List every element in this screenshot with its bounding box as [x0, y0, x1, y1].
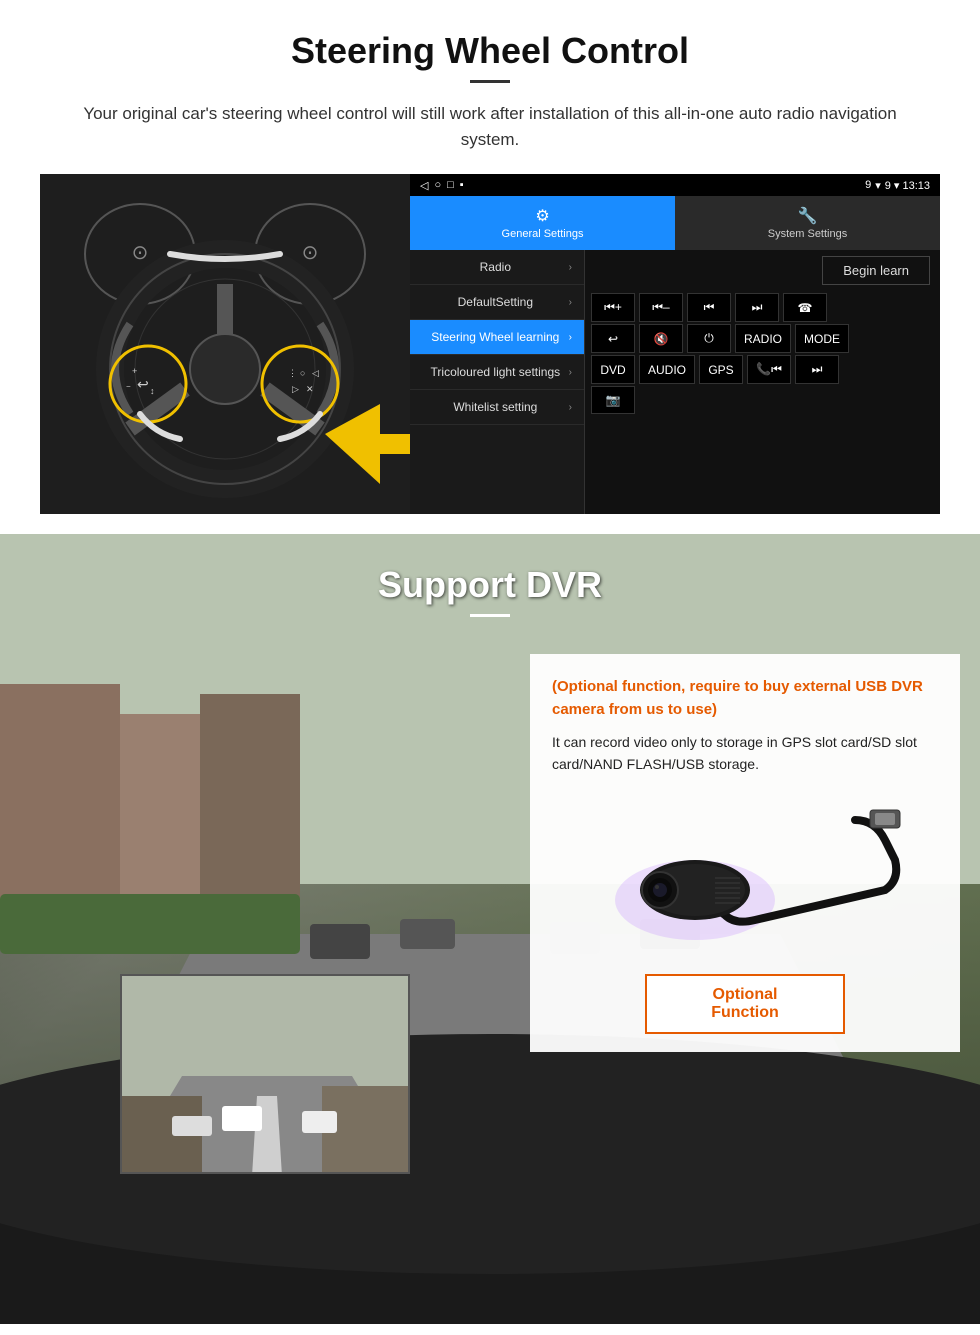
- svg-text:○: ○: [300, 368, 305, 378]
- menu-item-steering-wheel[interactable]: Steering Wheel learning ›: [410, 320, 584, 355]
- dvr-info-card: (Optional function, require to buy exter…: [530, 654, 960, 1052]
- dvr-thumbnail: [120, 974, 410, 1174]
- mute-button[interactable]: 🔇: [639, 324, 683, 353]
- demo-container: ⊙ ⊙ +: [40, 174, 940, 514]
- begin-learn-button[interactable]: Begin learn: [822, 256, 930, 285]
- dvr-thumb-inner: [122, 976, 408, 1172]
- left-menu: Radio › DefaultSetting › Steering Wheel …: [410, 250, 585, 514]
- svg-text:✕: ✕: [306, 384, 314, 394]
- title-divider: [470, 80, 510, 83]
- audio-button[interactable]: AUDIO: [639, 355, 695, 384]
- btn-row-1: ⏮+ ⏮– ⏮ ⏭ ☎: [591, 293, 934, 322]
- vol-up-button[interactable]: ⏮+: [591, 293, 635, 322]
- radio-button[interactable]: RADIO: [735, 324, 791, 353]
- svg-text:−: −: [126, 382, 131, 391]
- gps-button[interactable]: GPS: [699, 355, 743, 384]
- steering-title: Steering Wheel Control: [40, 30, 940, 72]
- nav-icons: ◁ ○ □ ▪: [420, 179, 464, 192]
- menu-item-defaultsetting[interactable]: DefaultSetting ›: [410, 285, 584, 320]
- arrow-icon: ›: [569, 262, 572, 273]
- optional-function-button[interactable]: Optional Function: [645, 974, 845, 1034]
- arrow-icon: ›: [569, 367, 572, 378]
- tab-system-label: System Settings: [768, 228, 847, 240]
- mode-button[interactable]: MODE: [795, 324, 849, 353]
- steering-subtitle: Your original car's steering wheel contr…: [80, 101, 900, 152]
- dvr-optional-text: (Optional function, require to buy exter…: [552, 676, 938, 721]
- svg-text:▷: ▷: [292, 384, 299, 394]
- dvr-title-area: Support DVR: [0, 534, 980, 617]
- svg-text:+: +: [132, 366, 137, 376]
- svg-text:↕: ↕: [150, 386, 155, 396]
- content-area: Radio › DefaultSetting › Steering Wheel …: [410, 250, 940, 514]
- dvr-desc-text: It can record video only to storage in G…: [552, 731, 938, 776]
- dvr-divider: [470, 614, 510, 617]
- status-indicators: 9 ▾ 9 ▾ 13:13: [865, 179, 930, 192]
- android-ui-panel: ◁ ○ □ ▪ 9 ▾ 9 ▾ 13:13 ⚙ General Settings: [410, 174, 940, 514]
- btn-row-3: DVD AUDIO GPS 📞⏮ ⏭: [591, 355, 934, 384]
- vol-down-button[interactable]: ⏮–: [639, 293, 683, 322]
- menu-item-tricoloured[interactable]: Tricoloured light settings ›: [410, 355, 584, 390]
- dvd-button[interactable]: DVD: [591, 355, 635, 384]
- tab-bar: ⚙ General Settings 🔧 System Settings: [410, 196, 940, 250]
- control-button-grid: ⏮+ ⏮– ⏮ ⏭ ☎ ↩ 🔇 ⏻ RADIO MODE: [585, 291, 940, 416]
- dvr-camera-area: [552, 790, 938, 960]
- svg-text:⊙: ⊙: [302, 242, 319, 264]
- right-content-panel: Begin learn ⏮+ ⏮– ⏮ ⏭ ☎ ↩: [585, 250, 940, 514]
- dvr-title: Support DVR: [0, 564, 980, 606]
- menu-item-whitelist[interactable]: Whitelist setting ›: [410, 390, 584, 425]
- svg-text:↩: ↩: [137, 376, 149, 392]
- svg-text:⊙: ⊙: [132, 242, 149, 264]
- btn-row-2: ↩ 🔇 ⏻ RADIO MODE: [591, 324, 934, 353]
- dvr-background: Support DVR (Optional fu: [0, 534, 980, 1324]
- steering-wheel-image: ⊙ ⊙ +: [40, 174, 410, 514]
- btn-row-4: 📷: [591, 386, 934, 414]
- tab-system-settings[interactable]: 🔧 System Settings: [675, 196, 940, 250]
- phone-button[interactable]: ☎: [783, 293, 827, 322]
- tab-general-settings[interactable]: ⚙ General Settings: [410, 196, 675, 250]
- dvr-section: Support DVR (Optional fu: [0, 534, 980, 1324]
- arrow-icon: ›: [569, 332, 572, 343]
- phone-prev-button[interactable]: 📞⏮: [747, 355, 791, 384]
- svg-text:◁: ◁: [312, 368, 319, 378]
- hangup-button[interactable]: ↩: [591, 324, 635, 353]
- power-button[interactable]: ⏻: [687, 324, 731, 353]
- arrow-icon: ›: [569, 402, 572, 413]
- system-icon: 🔧: [798, 206, 818, 226]
- phone-next-button[interactable]: ⏭: [795, 355, 839, 384]
- gear-icon: ⚙: [535, 206, 549, 226]
- begin-learn-row: Begin learn: [585, 250, 940, 291]
- tab-general-label: General Settings: [502, 228, 584, 240]
- next-button[interactable]: ⏭: [735, 293, 779, 322]
- prev-button[interactable]: ⏮: [687, 293, 731, 322]
- status-bar: ◁ ○ □ ▪ 9 ▾ 9 ▾ 13:13: [410, 174, 940, 196]
- arrow-icon: ›: [569, 297, 572, 308]
- steering-section: Steering Wheel Control Your original car…: [0, 0, 980, 514]
- menu-item-radio[interactable]: Radio ›: [410, 250, 584, 285]
- camera-button[interactable]: 📷: [591, 386, 635, 414]
- svg-text:⋮: ⋮: [288, 368, 297, 378]
